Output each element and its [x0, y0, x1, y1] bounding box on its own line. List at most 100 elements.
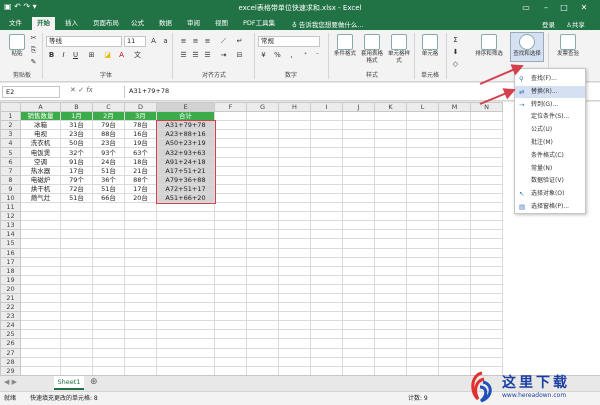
- row-header[interactable]: 13: [0, 220, 21, 231]
- cell[interactable]: A91+24+18: [156, 156, 215, 167]
- column-header[interactable]: G: [246, 102, 279, 113]
- cell[interactable]: [406, 292, 439, 304]
- cell[interactable]: [438, 247, 471, 258]
- row-header[interactable]: 11: [0, 202, 21, 213]
- cell[interactable]: [92, 302, 125, 313]
- tab-insert[interactable]: 插入: [60, 17, 83, 30]
- cell[interactable]: [310, 138, 343, 149]
- italic-icon[interactable]: I: [58, 51, 69, 60]
- cell[interactable]: [60, 247, 93, 258]
- cell[interactable]: [246, 311, 279, 322]
- decrease-decimal-icon[interactable]: ⁻: [312, 51, 323, 60]
- cell[interactable]: [310, 338, 343, 349]
- cell[interactable]: [92, 238, 125, 249]
- row-header[interactable]: 6: [0, 156, 21, 167]
- cell[interactable]: [156, 338, 215, 349]
- number-format-select[interactable]: 常规: [258, 36, 320, 47]
- cell[interactable]: [342, 202, 375, 213]
- cell[interactable]: [246, 220, 279, 231]
- cell[interactable]: [310, 129, 343, 140]
- cell[interactable]: 23台: [92, 138, 125, 149]
- table-header-cell[interactable]: 合计: [156, 111, 215, 122]
- cell[interactable]: 51台: [92, 183, 125, 194]
- cell[interactable]: [246, 256, 279, 267]
- cell[interactable]: 冰箱: [20, 120, 61, 131]
- menu-item[interactable]: 数据验证(V): [515, 175, 585, 187]
- cell[interactable]: [342, 365, 375, 375]
- cell[interactable]: [214, 120, 247, 131]
- cell[interactable]: [156, 256, 215, 267]
- cell[interactable]: [406, 220, 439, 231]
- table-header-cell[interactable]: 销售数量: [20, 111, 61, 122]
- cell[interactable]: [470, 256, 503, 267]
- cell[interactable]: [310, 165, 343, 176]
- cell[interactable]: [214, 165, 247, 176]
- cell[interactable]: [374, 174, 407, 185]
- cell[interactable]: [214, 274, 247, 285]
- cell[interactable]: [246, 329, 279, 340]
- cell[interactable]: [406, 120, 439, 131]
- cell[interactable]: [406, 320, 439, 331]
- cell[interactable]: [92, 320, 125, 331]
- cell[interactable]: [246, 192, 279, 204]
- cell[interactable]: [438, 129, 471, 140]
- cell[interactable]: 51台: [60, 192, 93, 204]
- cell[interactable]: [214, 129, 247, 140]
- cell[interactable]: [156, 283, 215, 294]
- cell[interactable]: [214, 183, 247, 194]
- row-header[interactable]: 29: [0, 365, 21, 375]
- cell[interactable]: [246, 202, 279, 213]
- table-header-cell[interactable]: 1月: [60, 111, 93, 122]
- cell[interactable]: [278, 292, 311, 304]
- cell[interactable]: [310, 238, 343, 249]
- cell[interactable]: [374, 211, 407, 222]
- comma-icon[interactable]: ,: [286, 51, 297, 60]
- cell[interactable]: [406, 329, 439, 340]
- cell[interactable]: [406, 229, 439, 240]
- cut-icon[interactable]: ✂: [28, 34, 39, 43]
- cell[interactable]: [60, 292, 93, 304]
- cell[interactable]: [60, 238, 93, 249]
- cell[interactable]: [92, 365, 125, 375]
- row-header[interactable]: 12: [0, 211, 21, 222]
- cell[interactable]: [438, 156, 471, 167]
- cell[interactable]: [124, 302, 157, 313]
- cell[interactable]: 17台: [124, 183, 157, 194]
- cell[interactable]: [214, 311, 247, 322]
- column-header[interactable]: I: [310, 102, 343, 113]
- cell[interactable]: [246, 138, 279, 149]
- menu-item[interactable]: 条件格式(C): [515, 150, 585, 162]
- cell[interactable]: [438, 356, 471, 367]
- align-right-icon[interactable]: ☰: [202, 51, 213, 60]
- cell[interactable]: 23台: [60, 129, 93, 140]
- cell[interactable]: [20, 311, 61, 322]
- cell[interactable]: [374, 192, 407, 204]
- cell[interactable]: [374, 338, 407, 349]
- cell[interactable]: A32+93+63: [156, 147, 215, 158]
- cell[interactable]: [342, 256, 375, 267]
- cell[interactable]: [60, 356, 93, 367]
- cell[interactable]: [214, 111, 247, 122]
- cell[interactable]: [310, 147, 343, 158]
- cell[interactable]: [470, 338, 503, 349]
- cell[interactable]: [20, 338, 61, 349]
- sort-filter-button[interactable]: 排序和筛选: [474, 34, 504, 58]
- cell[interactable]: [438, 165, 471, 176]
- cell[interactable]: [214, 174, 247, 185]
- row-header[interactable]: 28: [0, 356, 21, 367]
- cell[interactable]: 18台: [124, 156, 157, 167]
- cell[interactable]: [374, 292, 407, 304]
- cell[interactable]: [214, 365, 247, 375]
- menu-item[interactable]: 公式(U): [515, 124, 585, 136]
- cell[interactable]: [20, 256, 61, 267]
- cell[interactable]: [278, 265, 311, 276]
- cell[interactable]: [214, 202, 247, 213]
- cell[interactable]: [20, 302, 61, 313]
- cell[interactable]: [20, 247, 61, 258]
- cell[interactable]: [156, 365, 215, 375]
- cell[interactable]: [374, 202, 407, 213]
- cell[interactable]: [310, 247, 343, 258]
- cell[interactable]: [438, 111, 471, 122]
- cell[interactable]: [246, 365, 279, 375]
- cell[interactable]: [406, 174, 439, 185]
